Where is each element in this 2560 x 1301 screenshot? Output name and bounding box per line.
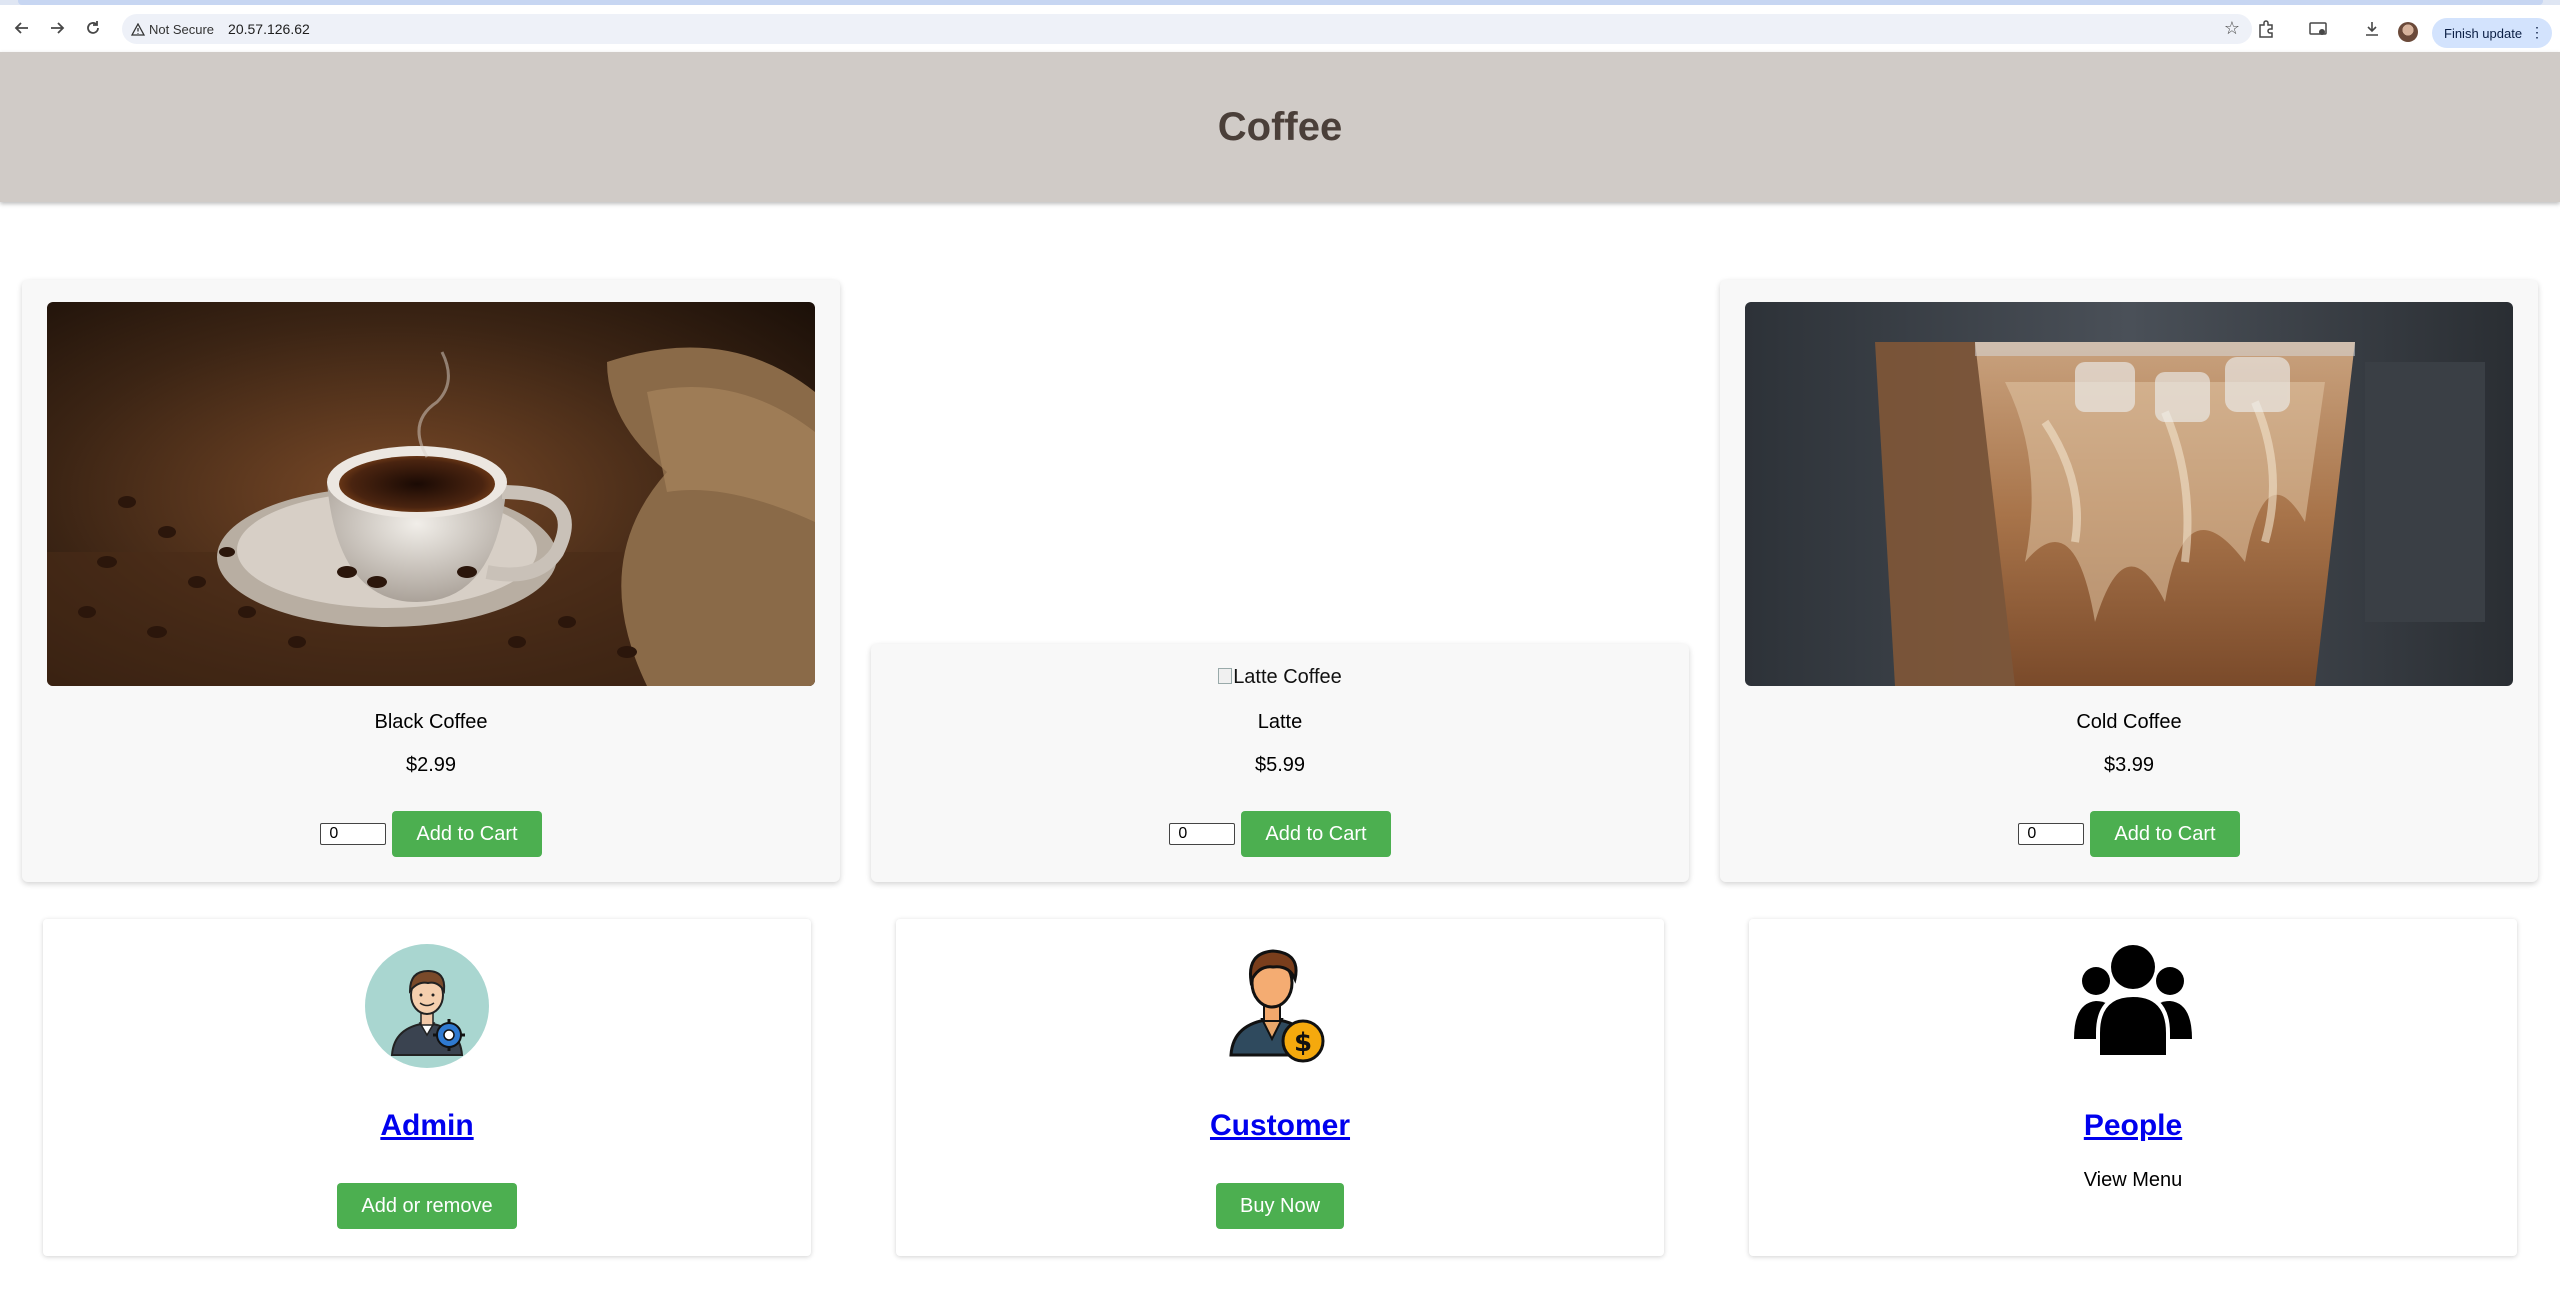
extensions-icon[interactable] (2255, 18, 2277, 40)
product-name: Latte (1257, 711, 1303, 733)
cart-row: Add to Cart (871, 811, 1689, 857)
back-button[interactable] (7, 13, 37, 43)
finish-update-button[interactable]: Finish update ⋮ (2432, 18, 2552, 48)
reload-icon (87, 21, 99, 34)
admin-link[interactable]: Admin (43, 1109, 811, 1143)
quantity-input[interactable] (1169, 823, 1236, 845)
product-name: Black Coffee (374, 711, 488, 733)
customer-action: Buy Now (896, 1183, 1664, 1229)
role-card-customer: $ Customer Buy Now (896, 919, 1664, 1256)
address-bar[interactable]: Not Secure 20.57.126.62 ☆ (122, 14, 2252, 44)
download-icon[interactable] (2361, 18, 2383, 40)
cast-icon[interactable] (2307, 18, 2329, 40)
customer-icon: $ (1217, 943, 1343, 1069)
finish-update-label: Finish update (2444, 25, 2523, 41)
warning-triangle-icon (131, 22, 145, 36)
add-or-remove-button[interactable]: Add or remove (337, 1183, 517, 1229)
buy-now-button[interactable]: Buy Now (1215, 1183, 1345, 1229)
admin-action: Add or remove (43, 1183, 811, 1229)
cold-coffee-image (1745, 302, 2513, 686)
quantity-input[interactable] (2018, 823, 2085, 845)
add-to-cart-button[interactable]: Add to Cart (2090, 811, 2240, 857)
browser-toolbar: Not Secure 20.57.126.62 ☆ Finish update … (0, 5, 2560, 53)
people-icon (2070, 943, 2196, 1069)
forward-button[interactable] (42, 13, 72, 43)
not-secure-indicator[interactable]: Not Secure (131, 22, 214, 37)
latte-image-broken: Latte Coffee (871, 666, 1689, 689)
add-to-cart-button[interactable]: Add to Cart (1241, 811, 1391, 857)
reload-button[interactable] (78, 13, 108, 43)
role-card-people: People View Menu (1749, 919, 2517, 1256)
url-text[interactable]: 20.57.126.62 (228, 21, 310, 37)
admin-icon (364, 943, 490, 1069)
latte-image-alt-text: Latte Coffee (1233, 666, 1342, 688)
product-price: $3.99 (2103, 754, 2155, 776)
cart-row: Add to Cart (1720, 811, 2538, 857)
more-menu-icon: ⋮ (2530, 24, 2544, 40)
product-card-cold-coffee: Cold Coffee $3.99 Add to Cart (1720, 280, 2538, 882)
view-menu-text: View Menu (2083, 1169, 2183, 1191)
product-card-black-coffee: Black Coffee $2.99 Add to Cart (22, 280, 840, 882)
site-header: Coffee (0, 52, 2560, 202)
people-link[interactable]: People (1749, 1109, 2517, 1143)
back-arrow-icon (14, 22, 28, 34)
customer-link[interactable]: Customer (896, 1109, 1664, 1143)
page-title: Coffee (1217, 104, 1343, 149)
product-price: $5.99 (1254, 754, 1306, 776)
product-card-latte: Latte Coffee Latte $5.99 Add to Cart (871, 644, 1689, 882)
not-secure-label: Not Secure (149, 21, 215, 37)
broken-image-icon (1218, 668, 1233, 684)
add-to-cart-button[interactable]: Add to Cart (392, 811, 542, 857)
product-price: $2.99 (405, 754, 457, 776)
profile-avatar-icon[interactable] (2398, 22, 2418, 42)
bookmark-star-icon[interactable]: ☆ (2224, 18, 2240, 39)
role-card-admin: Admin Add or remove (43, 919, 811, 1256)
product-name: Cold Coffee (2076, 711, 2182, 733)
svg-text:$: $ (1294, 1028, 1312, 1058)
quantity-input[interactable] (320, 823, 387, 845)
forward-arrow-icon (51, 22, 65, 34)
black-coffee-image (47, 302, 815, 686)
cart-row: Add to Cart (22, 811, 840, 857)
